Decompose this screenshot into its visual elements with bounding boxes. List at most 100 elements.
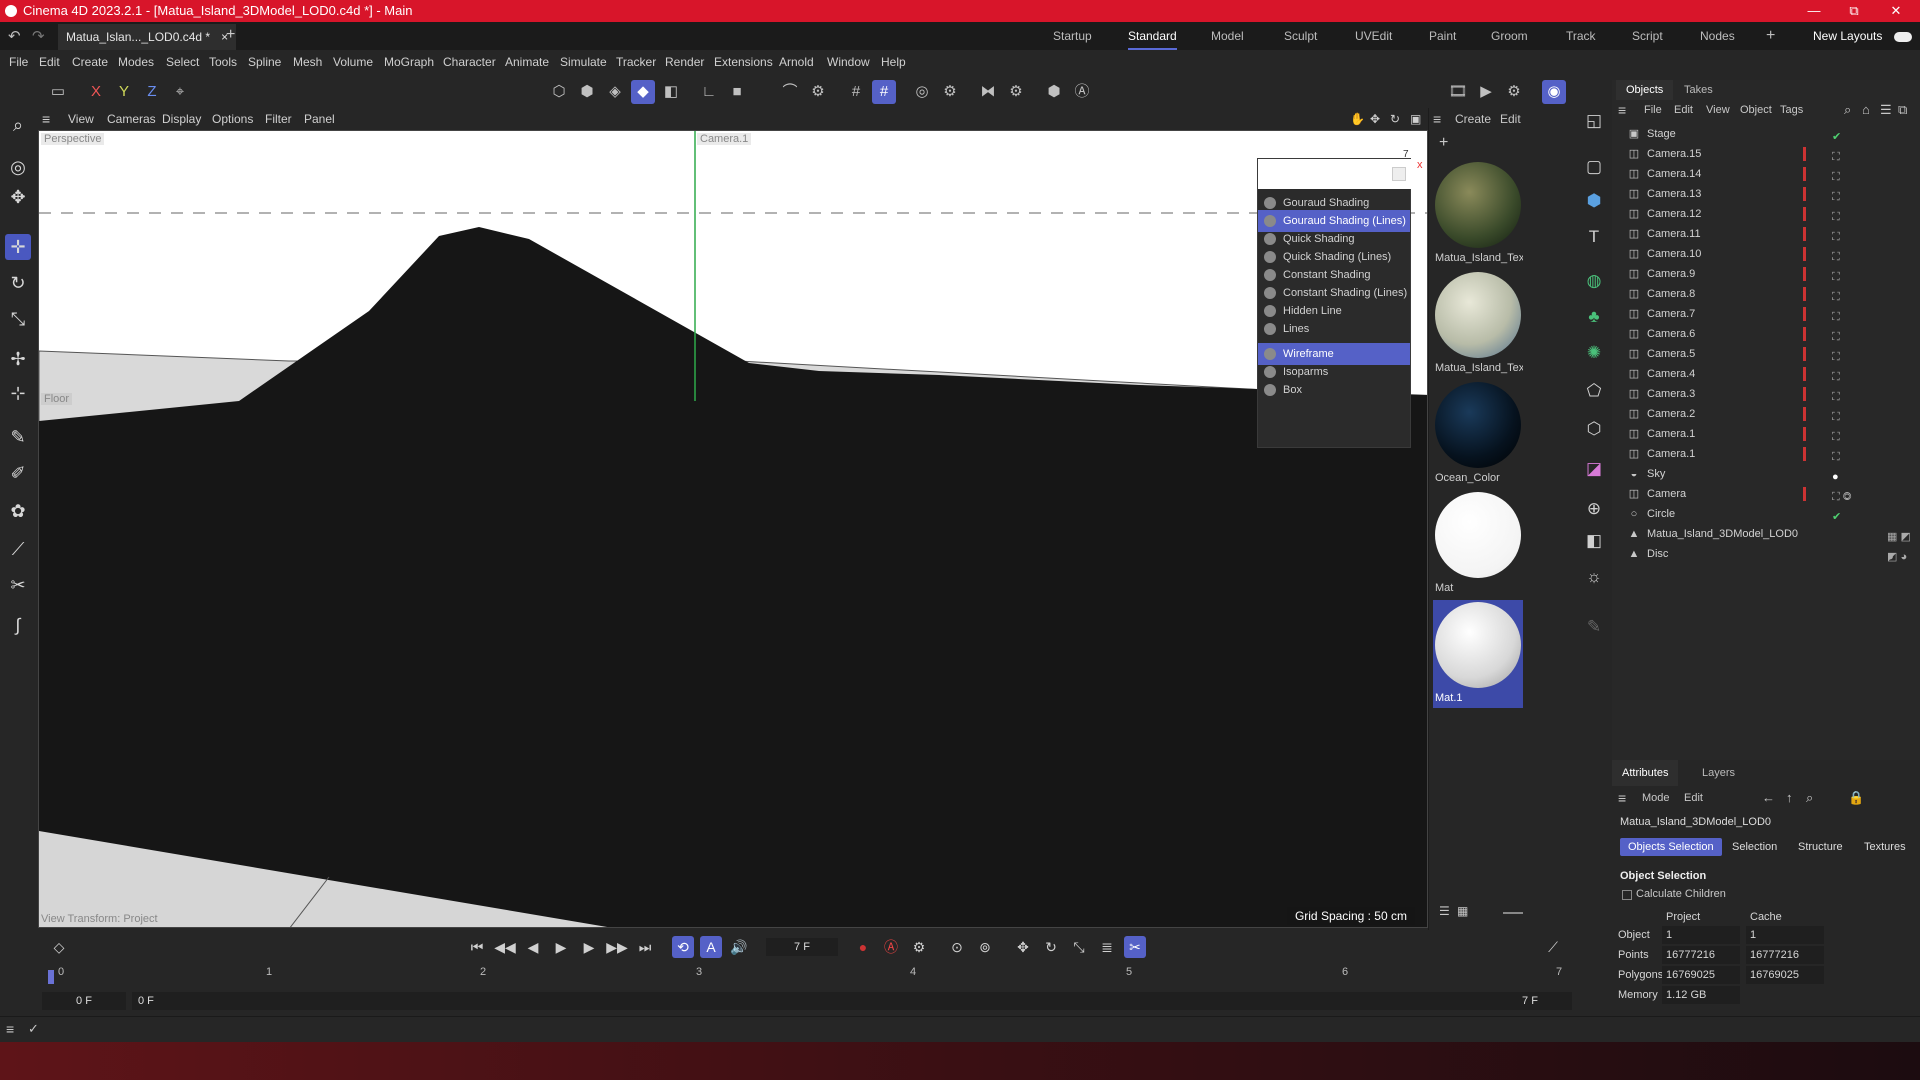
material-menu-create[interactable]: Create [1455,108,1491,130]
current-frame-field[interactable]: 7 F [766,938,838,956]
textures-button[interactable]: Textures [1856,838,1914,856]
objects-home-icon[interactable]: ⌂ [1862,102,1870,117]
object-row-camera[interactable]: ◫ Camera.6 ⛶ [1612,324,1920,344]
menu-arnold[interactable]: Arnold [779,50,814,74]
knife-tool-icon[interactable]: ✂ [5,572,31,598]
object-row-camera[interactable]: ◫ Camera.13 ⛶ [1612,184,1920,204]
texture-mode-icon[interactable]: ■ [725,80,749,104]
menu-render[interactable]: Render [665,50,704,74]
menu-volume[interactable]: Volume [333,50,373,74]
document-tab[interactable]: Matua_Islan..._LOD0.c4d * × [58,24,237,50]
record-icon[interactable]: ● [852,936,874,958]
layout-nodes[interactable]: Nodes [1700,22,1735,50]
visibility-dots[interactable] [1803,447,1806,461]
keyframe-icon[interactable]: ◇ [48,936,70,958]
polygons-mode-icon[interactable]: ◈ [603,80,627,104]
key-settings-icon[interactable]: ⚙ [908,936,930,958]
object-row-camera[interactable]: ◫ Camera.14 ⛶ [1612,164,1920,184]
tab-takes[interactable]: Takes [1674,80,1723,100]
snap-magnet-icon[interactable]: ⌒ [778,80,802,104]
material-menu-edit[interactable]: Edit [1500,108,1521,130]
point-level-icon[interactable]: ✂ [1124,936,1146,958]
scale-tool-icon[interactable]: ⤡ [5,306,31,332]
menu-box[interactable]: Box [1258,379,1410,401]
visibility-dots[interactable] [1803,487,1806,501]
viewport-menu-filter[interactable]: Filter [265,108,292,130]
structure-button[interactable]: Structure [1790,838,1851,856]
viewport-menu-cameras[interactable]: Cameras [107,108,156,130]
layout-model[interactable]: Model [1211,22,1244,50]
next-key-icon[interactable]: ▶▶ [606,936,628,958]
objects-menu-object[interactable]: Object [1740,104,1772,116]
cloner-icon[interactable]: ♣ [1581,304,1607,330]
redshift-icon[interactable]: ◉ [1542,80,1566,104]
axis-mode-icon[interactable]: ∟ [697,80,721,104]
field-icon[interactable]: ✺ [1581,340,1607,366]
viewport-menu-display[interactable]: Display [162,108,201,130]
object-row-stage[interactable]: ▣ Stage ✔ [1612,124,1920,144]
paint-tool-icon[interactable]: ✿ [5,498,31,524]
new-layouts-label[interactable]: New Layouts [1813,22,1882,50]
tab-attributes[interactable]: Attributes [1612,760,1679,786]
snap-settings-icon[interactable]: ⚙ [806,80,830,104]
visibility-dots[interactable] [1803,147,1806,161]
material-swatch[interactable]: Matua_Island_Text [1433,270,1523,378]
visibility-dots[interactable] [1803,387,1806,401]
x-axis-lock[interactable]: X [84,80,108,104]
parameter-track-icon[interactable]: ≣ [1096,936,1118,958]
object-row-camera[interactable]: ◫ Camera.15 ⛶ [1612,144,1920,164]
menu-animate[interactable]: Animate [505,50,549,74]
visibility-dots[interactable] [1803,167,1806,181]
move-tool-icon[interactable]: ✛ [5,234,31,260]
tag-icon[interactable]: ✎ [1581,614,1607,640]
render-settings-icon[interactable]: ⚙ [938,80,962,104]
timeline-ruler[interactable]: 0 1 2 3 4 5 6 7 [46,966,1566,986]
menu-mograph[interactable]: MoGraph [384,50,434,74]
menu-window[interactable]: Window [827,50,870,74]
material-swatch[interactable]: Matua_Island_Text [1433,160,1523,268]
visibility-dots[interactable] [1803,187,1806,201]
menu-simulate[interactable]: Simulate [560,50,607,74]
viewport-hamburger-icon[interactable]: ≡ [42,108,50,130]
object-row-camera[interactable]: ◫ Camera.2 ⛶ [1612,404,1920,424]
minimize-button[interactable]: — [1794,0,1834,22]
object-row-camera[interactable]: ◫ Camera.11 ⛶ [1612,224,1920,244]
z-axis-lock[interactable]: Z [140,80,164,104]
layout-standard[interactable]: Standard [1128,22,1177,50]
object-row-camera[interactable]: ◫ Camera.3 ⛶ [1612,384,1920,404]
layout-startup[interactable]: Startup [1053,22,1092,50]
add-tab-button[interactable]: + [226,26,235,44]
viewport-maximize-icon[interactable]: ▣ [1410,108,1421,130]
rotation-track-icon[interactable]: ↻ [1040,936,1062,958]
objects-hamburger-icon[interactable]: ≡ [1618,102,1626,118]
render-picture-viewer-icon[interactable]: ▶ [1474,80,1498,104]
object-row-camera[interactable]: ◫ Camera ⛶ ◎ [1612,484,1920,504]
min-frame-field[interactable]: 0 F [42,992,126,1010]
uv-mode-icon[interactable]: ◧ [659,80,683,104]
spline-pen-icon[interactable]: ✎ [5,424,31,450]
key-lock-icon[interactable]: ⊙ [946,936,968,958]
visibility-dots[interactable] [1803,307,1806,321]
status-menu-icon[interactable]: ≡ [6,1021,14,1037]
lock-icon[interactable]: 🔒 [1848,790,1864,806]
scale-track-icon[interactable]: ⤡ [1068,936,1090,958]
prev-key-icon[interactable]: ◀◀ [494,936,516,958]
undo-icon[interactable]: ↶ [8,27,21,45]
viewport-menu-view[interactable]: View [68,108,94,130]
scene-object-icon[interactable]: ⬡ [1581,416,1607,442]
3d-viewport[interactable]: Perspective Camera.1 Floor 7 x Grid Spac… [38,130,1428,928]
layout-sculpt[interactable]: Sculpt [1284,22,1317,50]
add-layout-button[interactable]: + [1766,22,1775,50]
material-hamburger-icon[interactable]: ≡ [1433,108,1441,130]
light-object-icon[interactable]: ☼ [1581,564,1607,590]
menu-character[interactable]: Character [443,50,496,74]
display-menu-pin[interactable] [1392,167,1406,181]
menu-create[interactable]: Create [72,50,108,74]
material-swatch[interactable]: Ocean_Color [1433,380,1523,488]
objects-new-window-icon[interactable]: ⧉ [1898,102,1907,118]
object-row-camera[interactable]: ◫ Camera.9 ⛶ [1612,264,1920,284]
visibility-dots[interactable] [1803,407,1806,421]
tab-objects[interactable]: Objects [1616,80,1674,100]
layout-track[interactable]: Track [1566,22,1596,50]
visibility-dots[interactable] [1803,227,1806,241]
